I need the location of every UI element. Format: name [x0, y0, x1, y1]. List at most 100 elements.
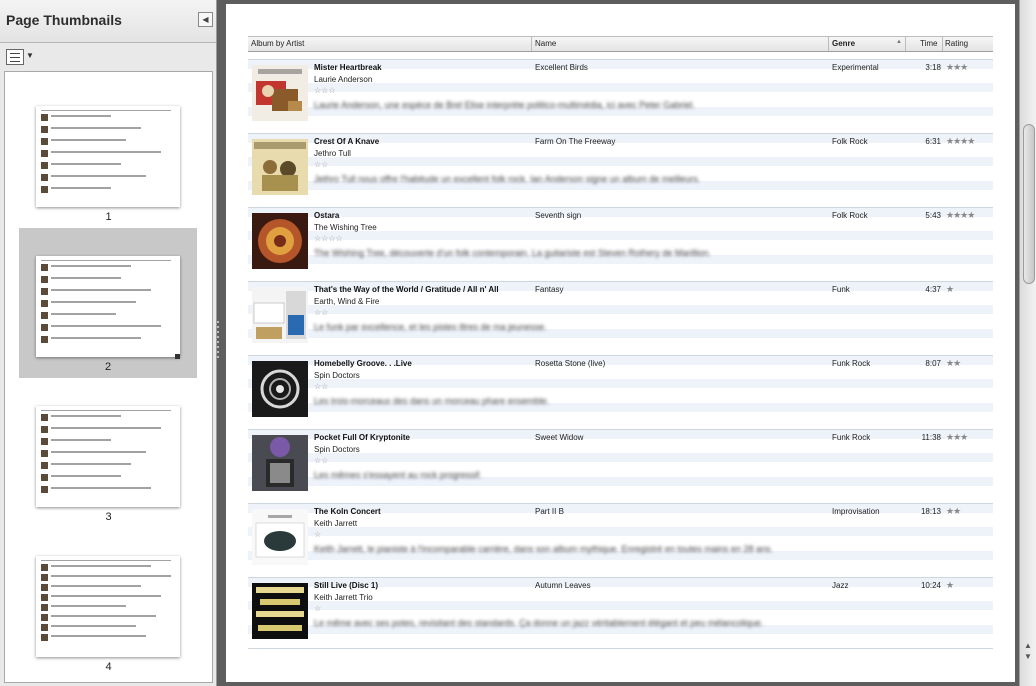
album-title: Crest Of A Knave: [314, 137, 380, 146]
table-row[interactable]: Pocket Full Of Kryptonite Spin Doctors ☆…: [248, 429, 993, 504]
genre-cell: Improvisation: [832, 507, 880, 516]
album-comment: Laurie Anderson, une espèce de Brel Elis…: [314, 100, 695, 110]
star-icon: ☆☆: [314, 456, 329, 465]
table-row[interactable]: Ostara The Wishing Tree ☆☆☆☆ The Wishing…: [248, 207, 993, 282]
star-icon: ☆☆: [314, 382, 329, 391]
artist-name: Spin Doctors: [314, 371, 360, 380]
page-preview: [36, 556, 180, 657]
artist-name: Earth, Wind & Fire: [314, 297, 380, 306]
column-header-time[interactable]: Time: [920, 39, 937, 48]
sort-ascending-icon: ▲: [896, 39, 902, 45]
track-name: Autumn Leaves: [535, 581, 591, 590]
page-preview: [36, 256, 180, 357]
time-cell: 6:31: [925, 137, 941, 146]
album-cover: [252, 361, 308, 417]
star-icon: ☆☆☆: [314, 86, 336, 95]
star-icon: ☆☆: [314, 160, 329, 169]
thumbnail-label: 1: [105, 211, 112, 223]
album-title: Mister Heartbreak: [314, 63, 382, 72]
album-cover: [252, 509, 308, 565]
column-header-name[interactable]: Name: [535, 39, 556, 48]
artist-name: The Wishing Tree: [314, 223, 377, 232]
table-row[interactable]: Crest Of A Knave Jethro Tull ☆☆ Jethro T…: [248, 133, 993, 208]
sidebar-toolbar: ▼: [0, 43, 216, 69]
document-page: Album by Artist Name Genre ▲ Time Rating…: [226, 4, 1015, 682]
table-row[interactable]: Still Live (Disc 1) Keith Jarrett Trio ☆…: [248, 577, 993, 652]
album-comment: Jethro Tull nous offre l'habitude un exc…: [314, 174, 701, 184]
rating-stars-icon: ★★: [946, 358, 961, 368]
page-thumbnail-1[interactable]: 1: [5, 72, 212, 223]
album-comment: The Wishing Tree, découverte d'un folk c…: [314, 248, 711, 258]
genre-cell: Funk Rock: [832, 433, 871, 442]
scroll-arrows: ▲ ▼: [1024, 640, 1032, 662]
album-comment: Keith Jarrett, le pianiste à l'incompara…: [314, 544, 773, 554]
album-title: Still Live (Disc 1): [314, 581, 379, 590]
artist-name: Keith Jarrett Trio: [314, 593, 373, 602]
album-cover: [252, 435, 308, 491]
time-cell: 5:43: [925, 211, 941, 220]
star-icon: ☆☆: [314, 308, 329, 317]
star-icon: ☆☆☆☆: [314, 234, 343, 243]
track-name: Seventh sign: [535, 211, 582, 220]
table-row[interactable]: Mister Heartbreak Laurie Anderson ☆☆☆ La…: [248, 59, 993, 134]
table-row[interactable]: That's the Way of the World / Gratitude …: [248, 281, 993, 356]
sidebar-header: Page Thumbnails ◀: [0, 0, 216, 43]
vertical-scrollbar[interactable]: ▲ ▼: [1019, 0, 1036, 686]
track-name: Fantasy: [535, 285, 564, 294]
album-cover: [252, 65, 308, 121]
album-comment: Les trois-morceaux des dans un morceau p…: [314, 396, 550, 406]
artist-name: Spin Doctors: [314, 445, 360, 454]
time-cell: 11:38: [921, 433, 941, 442]
track-name: Rosetta Stone (live): [535, 359, 606, 368]
sidebar-resize-grip[interactable]: [216, 318, 220, 368]
track-name: Sweet Widow: [535, 433, 584, 442]
album-title: The Koln Concert: [314, 507, 381, 516]
page-thumbnail-4[interactable]: 4: [5, 522, 212, 673]
album-comment: Le même avec ses potes, revisitant des s…: [314, 618, 764, 628]
album-cover: [252, 287, 308, 343]
column-header-genre[interactable]: Genre: [832, 39, 855, 48]
album-comment: Les mêmes s'essayent au rock progressif.: [314, 470, 482, 480]
scroll-up-icon[interactable]: ▲: [1024, 640, 1032, 651]
album-title: Homebelly Groove. . .Live: [314, 359, 412, 368]
time-cell: 8:07: [925, 359, 941, 368]
genre-cell: Folk Rock: [832, 211, 868, 220]
table-bottom-border: [248, 648, 993, 649]
page-thumbnail-2[interactable]: 2: [19, 228, 197, 378]
page-thumbnails-sidebar: Page Thumbnails ◀ ▼ 1 2 3 4: [0, 0, 217, 686]
rating-stars-icon: ★★★★: [946, 136, 975, 146]
star-icon: ☆: [314, 530, 322, 539]
genre-cell: Experimental: [832, 63, 879, 72]
scroll-thumb[interactable]: [1023, 124, 1035, 284]
thumbnail-label: 4: [105, 661, 112, 673]
track-name: Farm On The Freeway: [535, 137, 616, 146]
artist-name: Keith Jarrett: [314, 519, 358, 528]
page-thumbnail-3[interactable]: 3: [5, 372, 212, 523]
artist-name: Laurie Anderson: [314, 75, 373, 84]
album-cover: [252, 583, 308, 639]
chevron-down-icon: ▼: [26, 51, 34, 60]
column-header-rating[interactable]: Rating: [945, 39, 968, 48]
thumbnail-list[interactable]: 1 2 3 4: [4, 71, 213, 683]
collapse-left-icon[interactable]: ◀: [198, 12, 213, 27]
rating-stars-icon: ★★★★: [946, 210, 975, 220]
table-row[interactable]: Homebelly Groove. . .Live Spin Doctors ☆…: [248, 355, 993, 430]
resize-handle-icon[interactable]: [175, 354, 180, 359]
album-comment: Le funk par excellence, et les pistes il…: [314, 322, 547, 332]
genre-cell: Folk Rock: [832, 137, 868, 146]
rating-stars-icon: ★★: [946, 506, 961, 516]
thumbnail-view-menu-button[interactable]: ▼: [6, 49, 38, 65]
time-cell: 3:18: [925, 63, 941, 72]
column-header-album-by-artist[interactable]: Album by Artist: [251, 39, 304, 48]
album-cover: [252, 213, 308, 269]
rating-stars-icon: ★: [946, 284, 954, 294]
genre-cell: Funk: [832, 285, 850, 294]
scroll-down-icon[interactable]: ▼: [1024, 651, 1032, 662]
album-title: That's the Way of the World / Gratitude …: [314, 285, 499, 294]
rating-stars-icon: ★★★: [946, 62, 968, 72]
table-header: Album by Artist Name Genre ▲ Time Rating: [248, 36, 993, 52]
star-icon: ☆: [314, 604, 322, 613]
rating-stars-icon: ★★★: [946, 432, 968, 442]
table-row[interactable]: The Koln Concert Keith Jarrett ☆ Keith J…: [248, 503, 993, 578]
page-preview: [36, 406, 180, 507]
